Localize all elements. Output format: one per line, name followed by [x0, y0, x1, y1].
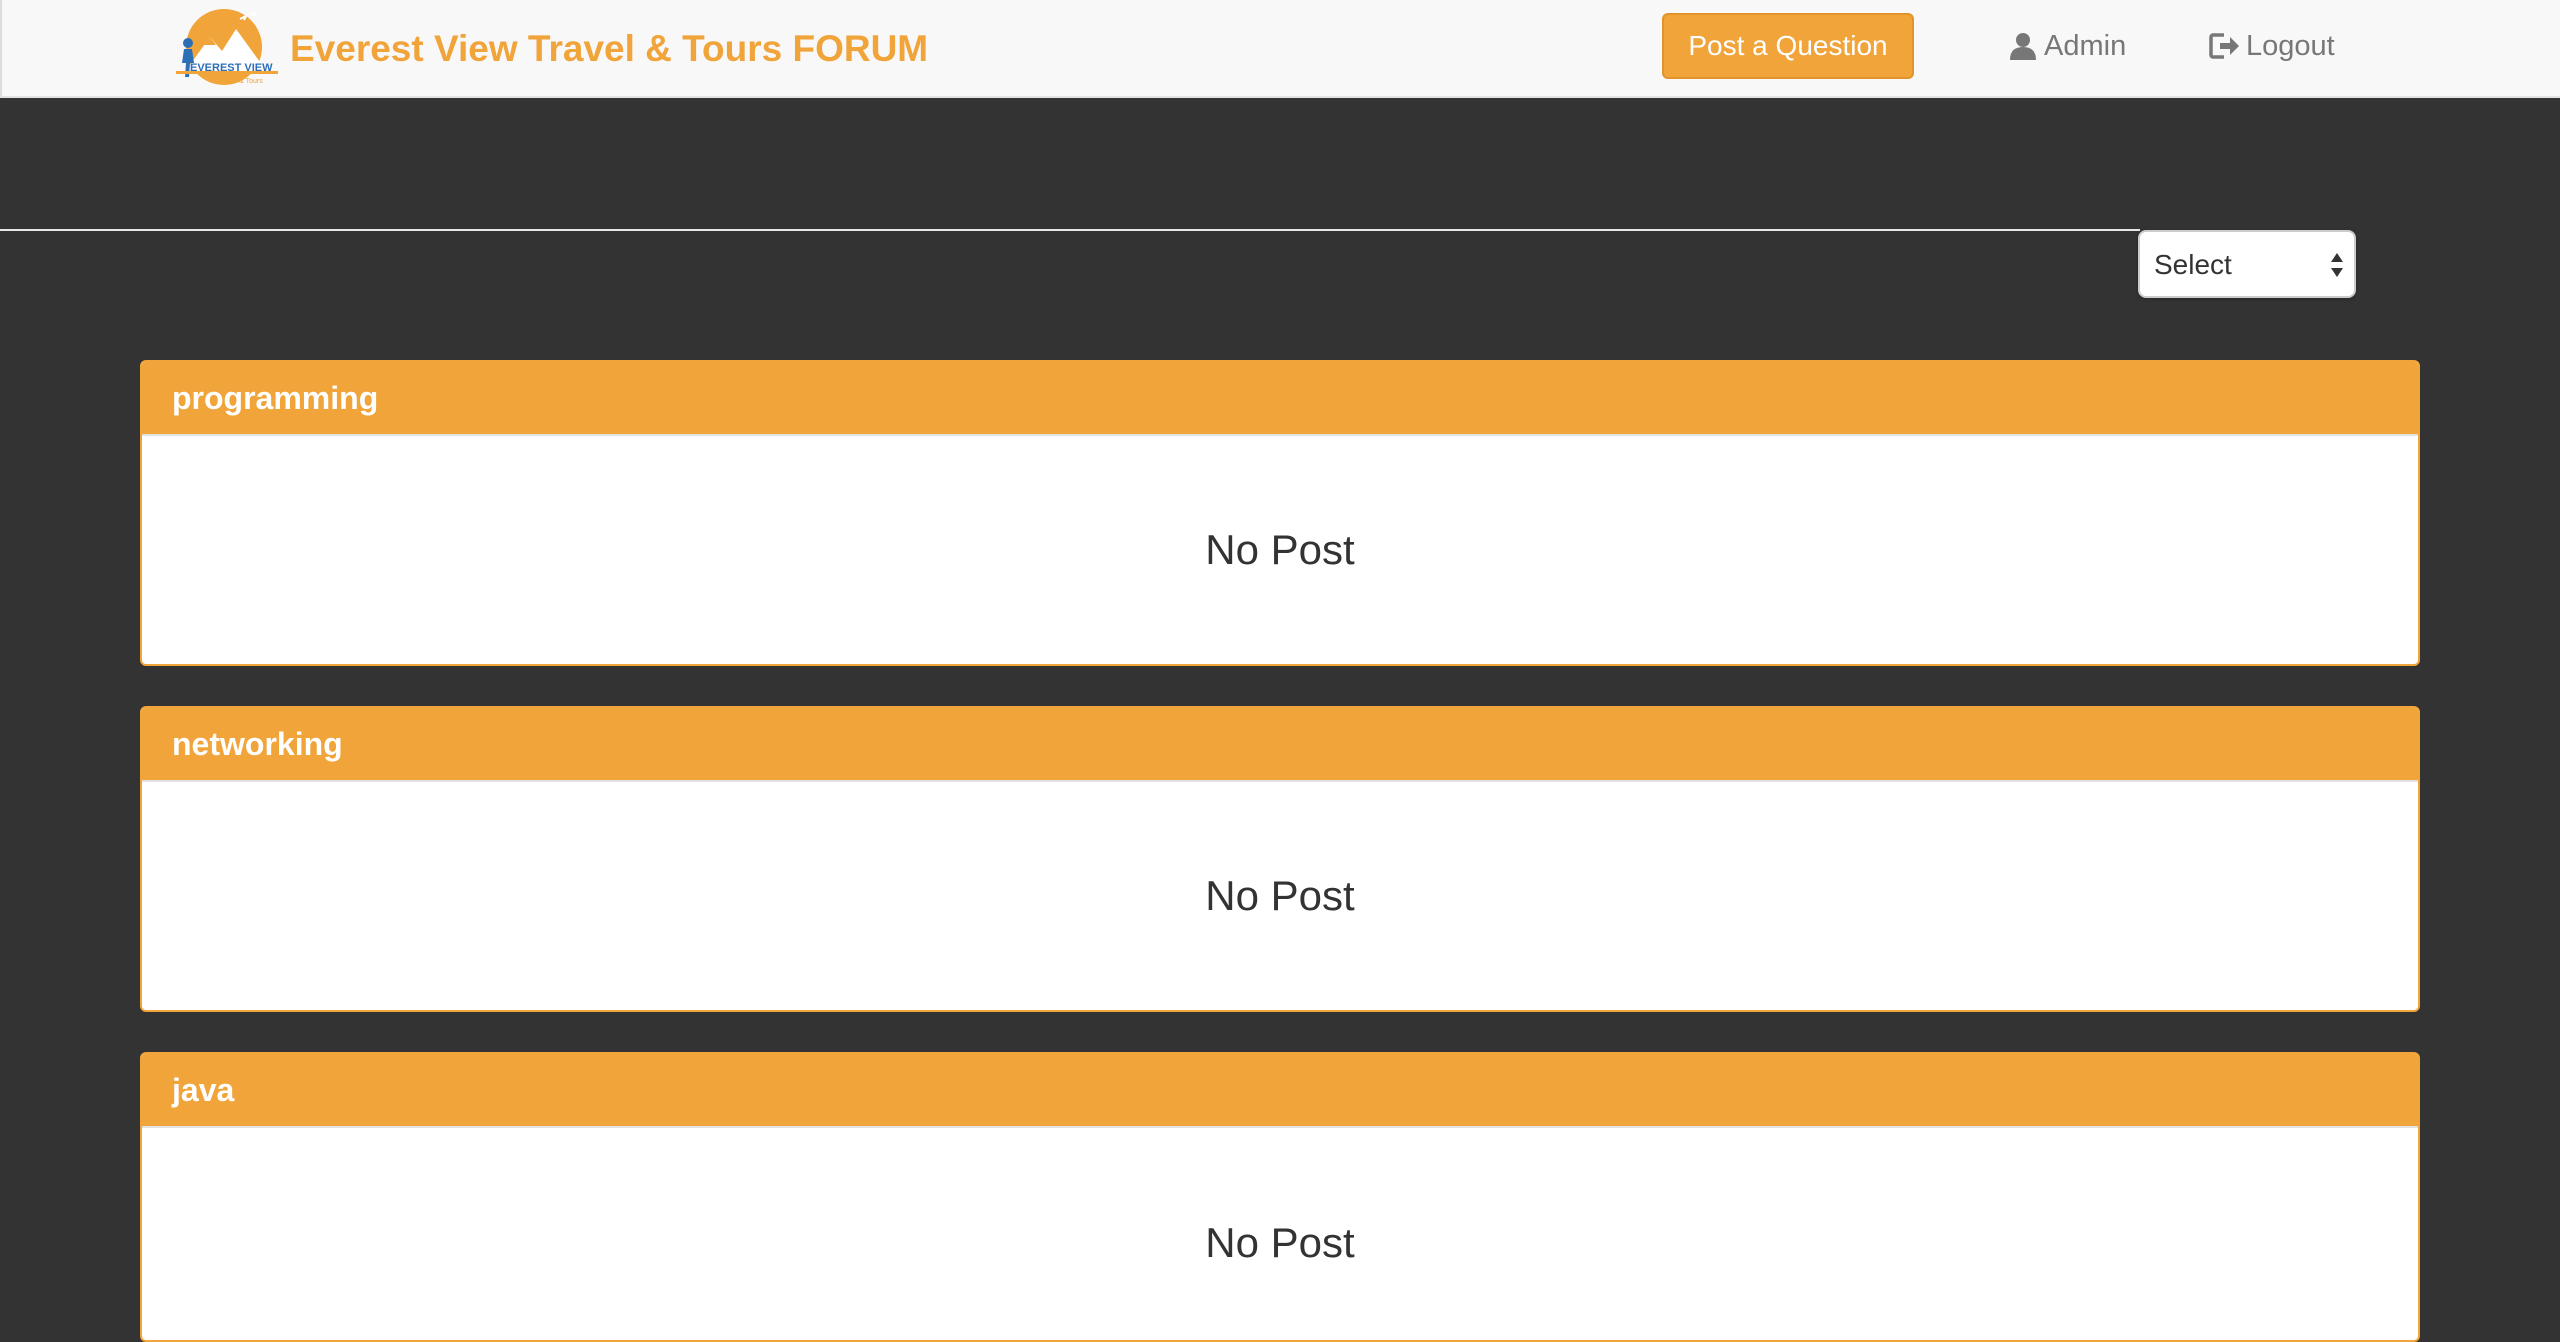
logout-link[interactable]: Logout — [2208, 26, 2335, 66]
category-select[interactable]: Select — [2140, 232, 2354, 296]
category-select-wrapper: Select — [2138, 230, 2356, 298]
horizontal-divider — [0, 229, 2140, 231]
category-panel-programming: programming No Post — [140, 360, 2420, 666]
post-question-button[interactable]: Post a Question — [1662, 13, 1914, 79]
category-heading[interactable]: programming — [142, 362, 2418, 436]
category-heading[interactable]: networking — [142, 708, 2418, 782]
brand-title: Everest View Travel & Tours FORUM — [290, 28, 929, 69]
admin-label: Admin — [2044, 29, 2127, 62]
category-heading[interactable]: java — [142, 1054, 2418, 1128]
logout-label: Logout — [2246, 29, 2335, 62]
top-navbar: EVEREST VIEW Travel & Tours Everest View… — [0, 0, 2560, 98]
category-empty-message: No Post — [1205, 1219, 1355, 1266]
category-panel-java: java No Post — [140, 1052, 2420, 1342]
user-icon — [2010, 33, 2036, 60]
category-empty-message: No Post — [1205, 526, 1355, 573]
logout-icon — [2209, 33, 2239, 59]
category-empty-message: No Post — [1205, 872, 1355, 919]
admin-link[interactable]: Admin — [2008, 26, 2126, 66]
everest-view-logo: EVEREST VIEW Travel & Tours — [176, 9, 278, 85]
logo-text: EVEREST VIEW — [190, 62, 273, 74]
category-panel-networking: networking No Post — [140, 706, 2420, 1012]
logo-subtext: Travel & Tours — [218, 78, 263, 85]
brand-link[interactable]: EVEREST VIEW Travel & Tours Everest View… — [170, 4, 928, 94]
